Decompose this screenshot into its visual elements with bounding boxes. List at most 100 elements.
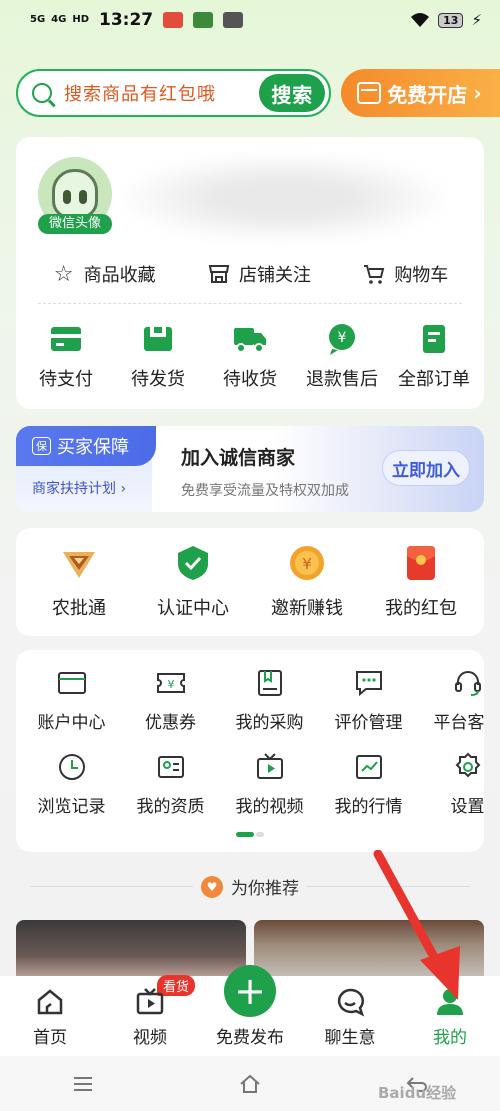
profile-card: 微信头像 ☆ 商品收藏 店铺关注 购物车 待支付 待发货 待收货 ¥ 退款售后 …: [16, 137, 484, 409]
tab-label: 视频: [133, 1028, 167, 1048]
tool-coupons[interactable]: ¥ 优惠券: [121, 668, 220, 733]
chart-icon: [355, 755, 382, 779]
notification-app-icon: [223, 12, 244, 28]
tab-me[interactable]: 我的: [405, 987, 495, 1048]
tab-label: 首页: [33, 1028, 67, 1048]
coin-icon: ¥: [290, 546, 324, 580]
tool-review-management[interactable]: 评价管理: [319, 668, 418, 733]
book-icon: [257, 670, 282, 696]
tool-qualifications[interactable]: 我的资质: [121, 752, 220, 817]
followed-shops-link[interactable]: 店铺关注: [207, 261, 311, 287]
banner-title: 加入诚信商家: [181, 447, 296, 469]
card-icon: [57, 672, 86, 694]
service-label: 认证中心: [157, 598, 229, 619]
order-label: 退款售后: [306, 369, 378, 390]
svg-text:¥: ¥: [167, 678, 174, 691]
tab-video[interactable]: 看货 视频: [105, 975, 195, 1048]
avatar-badge: 微信头像: [38, 214, 112, 234]
order-shortcuts: 待支付 待发货 待收货 ¥ 退款售后 全部订单: [16, 323, 484, 391]
tool-label: 评价管理: [334, 713, 403, 733]
video-icon: [136, 988, 164, 1015]
service-nongpitong[interactable]: 农批通: [24, 544, 134, 620]
merchant-banner[interactable]: 保 买家保障 商家扶持计划 › 加入诚信商家 免费享受流量及特权双加成 立即加入: [16, 426, 484, 512]
battery-icon: 13: [438, 12, 464, 28]
star-icon: ☆: [53, 261, 74, 287]
headset-icon: [454, 671, 481, 696]
favorites-link[interactable]: ☆ 商品收藏: [52, 261, 156, 287]
gear-icon: [455, 752, 480, 778]
signal-5g-icon: 5G: [30, 14, 46, 25]
divider: [30, 886, 193, 887]
order-label: 待收货: [223, 369, 277, 390]
shield-icon: 保: [32, 437, 51, 455]
hd-icon: HD: [72, 14, 90, 25]
service-label: 农批通: [52, 598, 106, 619]
tool-market-trends[interactable]: 我的行情: [319, 752, 418, 817]
favorites-label: 商品收藏: [83, 265, 156, 286]
tab-publish[interactable]: + 免费发布: [205, 965, 295, 1048]
tab-label: 我的: [433, 1028, 467, 1048]
verified-shield-icon: [178, 546, 208, 580]
tool-label: 我的采购: [235, 713, 304, 733]
order-label: 待发货: [131, 369, 185, 390]
order-refund[interactable]: ¥ 退款售后: [297, 323, 387, 391]
open-shop-button[interactable]: 免费开店 ›: [341, 69, 500, 117]
buyer-protection-label: 买家保障: [57, 437, 129, 458]
tv-icon: [256, 753, 283, 779]
coupon-icon: ¥: [156, 673, 185, 693]
service-invite-earn[interactable]: ¥ 邀新赚钱: [252, 544, 362, 620]
feed-item-image[interactable]: [254, 920, 484, 980]
tool-history[interactable]: 浏览记录: [22, 752, 121, 817]
feed-item-image[interactable]: [16, 920, 246, 980]
plus-icon: +: [224, 965, 276, 1017]
order-pending-payment[interactable]: 待支付: [21, 323, 111, 391]
chevron-right-icon: ›: [473, 81, 482, 105]
tool-account-center[interactable]: 账户中心: [22, 668, 121, 733]
watermark: Baidu经验: [378, 1084, 457, 1102]
search-placeholder: 搜索商品有红包哦: [64, 84, 216, 105]
id-card-icon: [157, 756, 184, 778]
order-label: 全部订单: [398, 369, 470, 390]
search-input[interactable]: 搜索商品有红包哦 搜索: [16, 69, 332, 117]
tool-my-videos[interactable]: 我的视频: [220, 752, 319, 817]
service-certification[interactable]: 认证中心: [138, 544, 248, 620]
tool-label: 账户中心: [37, 713, 106, 733]
tool-customer-service[interactable]: 平台客服: [418, 668, 484, 733]
tool-my-purchases[interactable]: 我的采购: [220, 668, 319, 733]
quick-links: ☆ 商品收藏 店铺关注 购物车: [16, 261, 484, 287]
avatar-face-icon: [52, 169, 98, 219]
services-card: 农批通 认证中心 ¥ 邀新赚钱 我的红包: [16, 528, 484, 636]
top-bar: 搜索商品有红包哦 搜索 免费开店 ›: [16, 68, 500, 118]
menu-icon[interactable]: [71, 1072, 95, 1096]
order-all[interactable]: 全部订单: [389, 323, 479, 391]
chat-icon: [337, 988, 365, 1017]
home-nav-icon[interactable]: [238, 1072, 262, 1096]
service-red-packet[interactable]: 我的红包: [366, 544, 476, 620]
order-pending-shipment[interactable]: 待发货: [113, 323, 203, 391]
clock: 13:27: [99, 10, 154, 30]
tab-chat[interactable]: 聊生意: [305, 987, 395, 1048]
search-button[interactable]: 搜索: [259, 74, 326, 112]
svg-text:¥: ¥: [302, 555, 312, 573]
home-icon: [37, 989, 63, 1015]
page-indicator: [236, 832, 264, 837]
tools-row-2: 浏览记录 我的资质 我的视频 我的行情 设置: [22, 752, 484, 817]
merchant-support-link[interactable]: 商家扶持计划 ›: [32, 478, 126, 498]
cart-link[interactable]: 购物车: [362, 261, 448, 287]
order-pending-receipt[interactable]: 待收货: [205, 323, 295, 391]
notification-app-icon: [163, 12, 184, 28]
tool-settings[interactable]: 设置: [418, 752, 484, 817]
recommend-heading: ♥ 为你推荐: [30, 874, 470, 899]
divider: [307, 886, 470, 887]
clock-icon: [58, 754, 85, 780]
cart-label: 购物车: [394, 265, 449, 286]
truck-icon: [234, 328, 266, 353]
tool-label: 优惠券: [145, 713, 196, 733]
tab-home[interactable]: 首页: [5, 987, 95, 1048]
banner-description: 免费享受流量及特权双加成: [181, 483, 349, 499]
bottom-tab-bar: 首页 看货 视频 + 免费发布 聊生意 我的: [0, 965, 500, 1056]
wallet-icon: [51, 327, 81, 351]
recommend-title: 为你推荐: [231, 879, 299, 899]
join-now-button[interactable]: 立即加入: [382, 450, 470, 486]
tool-label: 我的资质: [136, 797, 205, 817]
